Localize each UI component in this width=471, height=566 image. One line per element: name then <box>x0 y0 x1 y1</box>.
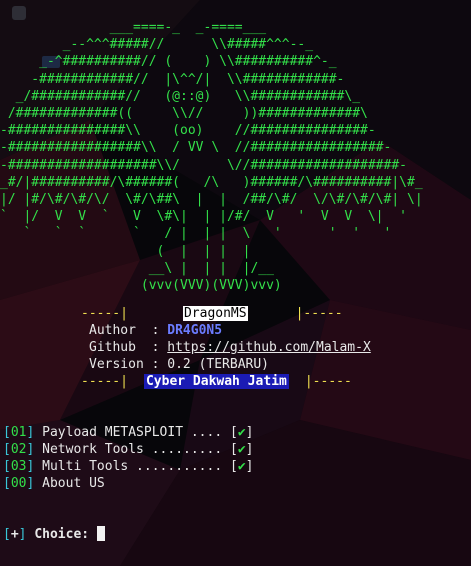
bracket-open: [ <box>3 442 11 457</box>
menu-item-payload[interactable]: [01] Payload METASPLOIT .... [✔] <box>3 424 253 441</box>
menu-item-about[interactable]: [00] About US <box>3 475 105 492</box>
ascii-art-line: (vvv(VVV)(VVV)vvv) <box>0 278 282 294</box>
prompt-label: Choice: <box>34 527 97 542</box>
team-dash-left: -----| <box>81 374 128 389</box>
menu-label: About US <box>34 476 105 491</box>
choice-prompt[interactable]: [+] Choice: <box>3 526 105 543</box>
ascii-art-line: |/ |#/\#/\#/\/ \#/\##\ | | /##/\#/ \/\#/… <box>0 192 423 208</box>
menu-label: Payload METASPLOIT .... <box>34 425 230 440</box>
ascii-art-line: -#################\\ / VV \ //##########… <box>0 140 392 156</box>
ascii-art-line: __\ | | | |/__ <box>0 260 274 276</box>
check-bracket: ] <box>245 425 254 440</box>
bracket-open: [ <box>3 476 11 491</box>
prompt-marker: + <box>10 527 19 542</box>
author-value: DR4G0N5 <box>167 323 223 338</box>
check-bracket: ] <box>245 459 254 474</box>
text-cursor[interactable] <box>96 526 105 541</box>
author-label: Author : <box>89 323 168 338</box>
check-icon: ✔ <box>237 425 246 440</box>
ascii-art-line: ` |/ V V ` V \#\| | |/#/ V ' V V \| ' <box>0 209 407 225</box>
menu-item-multi[interactable]: [03] Multi Tools ........... [✔] <box>3 458 253 475</box>
ascii-art-line: _#/|##########/\######( /\ )######/\####… <box>0 174 423 190</box>
terminal-window: ___====-_ _-====___ _--^^^#####// \\####… <box>0 0 471 566</box>
check-icon: ✔ <box>237 442 246 457</box>
menu-label: Network Tools ......... <box>34 442 230 457</box>
title-dash-left: -----| <box>81 306 128 321</box>
ascii-art-line: -############// |\^^/| \\############- <box>0 71 345 87</box>
bracket-open: [ <box>3 527 11 542</box>
ascii-art-line: -###################\\/ \//#############… <box>0 157 407 173</box>
version-row: Version : 0.2 (TERBARU) <box>89 357 270 372</box>
ascii-art-line: ___====-_ _-====___ <box>0 20 267 35</box>
ascii-art-line: ` ` ` ` / | | | \ ' ' ' ' <box>0 226 392 242</box>
github-row: Github : https://github.com/Malam-X <box>89 339 371 356</box>
ascii-art-line: -###############\\ (oo) //##############… <box>0 123 376 139</box>
dragon-ascii-art: ___====-_ _-====___ _--^^^#####// \\####… <box>0 19 423 294</box>
github-label: Github : <box>89 340 168 355</box>
ascii-art-line: _/############// (@::@) \\############\_ <box>0 88 361 104</box>
check-bracket: [ <box>229 459 238 474</box>
team-name: Cyber Dakwah Jatim <box>143 374 289 389</box>
bracket-open: [ <box>3 459 11 474</box>
github-link[interactable]: https://github.com/Malam-X <box>167 340 371 355</box>
ascii-art-line: /#############(( \\// ))#############\ <box>0 106 368 122</box>
menu-number: 03 <box>10 459 27 474</box>
team-dash-right: |----- <box>304 374 352 389</box>
ascii-art-line: _-^##########// ( ) \\##########^-_ <box>0 54 337 70</box>
bracket-open: [ <box>3 425 11 440</box>
menu-number: 01 <box>10 425 27 440</box>
title-row: -----| DragonMS |----- <box>81 305 343 322</box>
menu-label: Multi Tools ........... <box>34 459 230 474</box>
ascii-art-line: _--^^^#####// \\#####^^^--_ <box>0 37 314 53</box>
menu-item-network[interactable]: [02] Network Tools ......... [✔] <box>3 441 253 458</box>
menu-number: 00 <box>10 476 27 491</box>
menu-number: 02 <box>10 442 27 457</box>
author-row: Author : DR4G0N5 <box>89 322 222 339</box>
check-icon: ✔ <box>237 459 246 474</box>
check-bracket: [ <box>229 442 238 457</box>
team-row: -----| Cyber Dakwah Jatim |----- <box>81 373 352 390</box>
check-bracket: [ <box>229 425 238 440</box>
app-title: DragonMS <box>182 306 248 321</box>
ascii-art-line: ( | | | | <box>0 243 251 259</box>
check-bracket: ] <box>245 442 254 457</box>
title-dash-right: |----- <box>295 306 343 321</box>
